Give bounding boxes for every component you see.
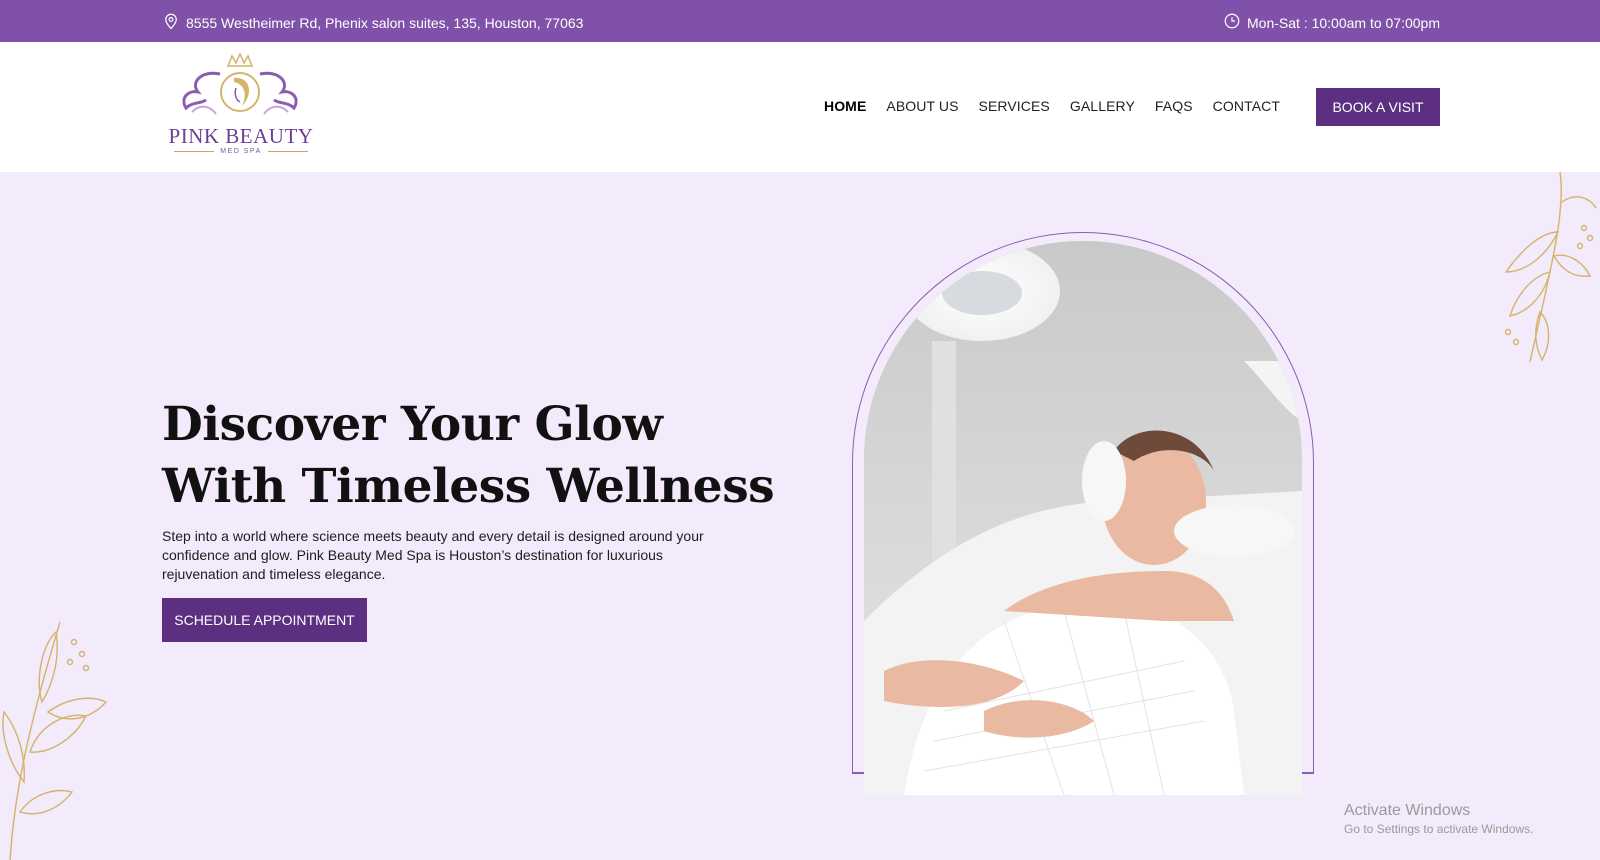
schedule-appointment-button[interactable]: SCHEDULE APPOINTMENT: [162, 598, 367, 642]
hours-block: Mon-Sat : 10:00am to 07:00pm: [1223, 12, 1440, 33]
gold-leaf-branch-icon: [1504, 172, 1597, 363]
nav-contact[interactable]: CONTACT: [1213, 98, 1280, 114]
hero-facial-treatment-image: [864, 241, 1302, 795]
arch-frame-foot-left: [852, 772, 864, 774]
nav-about-us[interactable]: ABOUT US: [886, 98, 958, 114]
logo-emblem-icon: [182, 52, 298, 115]
arch-frame-foot-right: [1302, 772, 1314, 774]
watermark-line-2: Go to Settings to activate Windows.: [1344, 822, 1534, 836]
nav-services[interactable]: SERVICES: [979, 98, 1050, 114]
brand-logo[interactable]: PINK BEAUTY MED SPA: [162, 52, 318, 156]
hero-title: Discover Your Glow With Timeless Wellnes…: [162, 394, 775, 518]
address-text: 8555 Westheimer Rd, Phenix salon suites,…: [186, 14, 584, 31]
windows-activation-watermark: Activate Windows Go to Settings to activ…: [1344, 802, 1533, 836]
brand-name: PINK BEAUTY: [168, 124, 314, 148]
clock-icon: [1223, 12, 1241, 33]
site-header: PINK BEAUTY MED SPA HOME ABOUT US SERVIC…: [0, 42, 1600, 172]
hero-title-line-2: With Timeless Wellness: [162, 459, 775, 514]
gold-leaf-branch-icon: [2, 621, 108, 860]
hours-text: Mon-Sat : 10:00am to 07:00pm: [1247, 14, 1440, 31]
address-block: 8555 Westheimer Rd, Phenix salon suites,…: [162, 12, 583, 33]
nav-home[interactable]: HOME: [824, 98, 866, 114]
hero-title-line-1: Discover Your Glow: [162, 397, 663, 452]
brand-tagline: MED SPA: [164, 148, 318, 155]
nav-gallery[interactable]: GALLERY: [1070, 98, 1135, 114]
main-nav: HOME ABOUT US SERVICES GALLERY FAQS CONT…: [824, 98, 1280, 114]
location-pin-icon: [162, 12, 180, 33]
book-a-visit-button[interactable]: BOOK A VISIT: [1316, 88, 1440, 126]
top-info-bar: 8555 Westheimer Rd, Phenix salon suites,…: [0, 0, 1600, 42]
hero-description: Step into a world where science meets be…: [162, 528, 704, 582]
nav-faqs[interactable]: FAQS: [1155, 98, 1193, 114]
watermark-line-1: Activate Windows: [1344, 802, 1471, 819]
hero-section: Discover Your Glow With Timeless Wellnes…: [0, 172, 1600, 860]
